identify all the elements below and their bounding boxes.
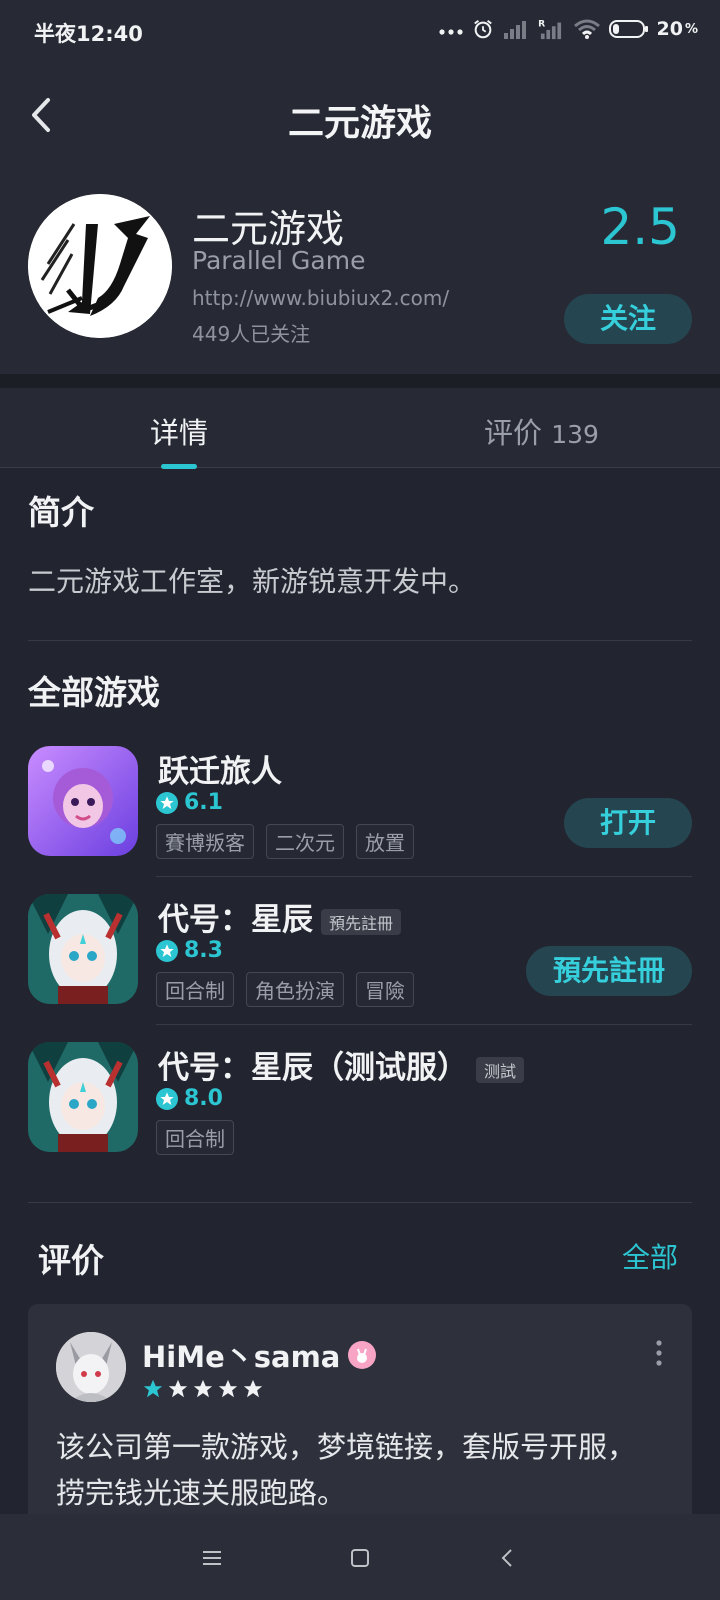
tag[interactable]: 賽博叛客: [156, 824, 254, 859]
developer-name: 二元游戏: [192, 207, 345, 251]
developer-logo: [28, 194, 172, 338]
svg-text:R: R: [538, 18, 545, 29]
battery-level: 20: [656, 18, 683, 40]
divider: [156, 876, 692, 877]
review-card[interactable]: HiMe丶sama 该公司第一款游戏，梦境链接，套版号开服，捞完钱光速关服跑路。: [28, 1304, 692, 1544]
game-name: 代号：星辰（测试服） 测試: [158, 1042, 525, 1087]
tag[interactable]: 冒險: [356, 972, 414, 1007]
divider: [28, 1202, 692, 1203]
more-dots-icon: [438, 29, 463, 35]
tag[interactable]: 回合制: [156, 972, 234, 1007]
game-tags: 回合制 角色扮演 冒險: [156, 972, 414, 1007]
game-name-text: 代号：星辰（测试服）: [158, 1050, 468, 1086]
preregister-button[interactable]: 預先註冊: [526, 946, 692, 996]
rating-value: 6.1: [184, 790, 223, 815]
developer-profile: 二元游戏 Parallel Game http://www.biubiux2.c…: [0, 174, 720, 374]
follow-button[interactable]: 关注: [564, 294, 692, 344]
tab-details[interactable]: 详情: [150, 410, 208, 452]
developer-url[interactable]: http://www.biubiux2.com/: [192, 286, 449, 310]
divider: [156, 1024, 692, 1025]
signal-roaming-icon: R: [538, 18, 561, 40]
wifi-icon: [573, 19, 600, 39]
system-nav-bar: [0, 1514, 720, 1600]
home-icon[interactable]: [346, 1544, 374, 1572]
more-options-icon[interactable]: [654, 1338, 664, 1368]
star-icon: [156, 791, 178, 814]
game-rating: 6.1: [156, 790, 223, 815]
intro-title: 简介: [28, 493, 94, 532]
star-icon: [156, 1087, 178, 1110]
review-text: 该公司第一款游戏，梦境链接，套版号开服，捞完钱光速关服跑路。: [56, 1430, 637, 1510]
game-status-badge: 預先註冊: [321, 908, 402, 935]
menu-icon[interactable]: [198, 1544, 226, 1572]
divider: [28, 640, 692, 641]
star-filled-icon: [143, 1379, 163, 1398]
star-empty-icon: [193, 1379, 213, 1398]
star-empty-icon: [168, 1379, 188, 1398]
tab-reviews[interactable]: 评价 139: [484, 410, 599, 452]
star-icon: [156, 939, 178, 962]
user-badge-icon: [348, 1341, 377, 1369]
game-status-badge: 测試: [476, 1056, 525, 1083]
tab-reviews-count: 139: [551, 420, 599, 449]
game-rating: 8.3: [156, 938, 223, 963]
rating-value: 8.3: [184, 938, 223, 963]
game-item[interactable]: 跃迁旅人 6.1 賽博叛客 二次元 放置 打开: [0, 746, 720, 886]
star-empty-icon: [243, 1379, 263, 1398]
status-time: 半夜12:40: [34, 22, 143, 46]
page-title: 二元游戏: [287, 103, 432, 144]
developer-score: 2.5: [600, 198, 680, 256]
reviews-all-link[interactable]: 全部: [622, 1236, 678, 1276]
star-empty-icon: [218, 1379, 238, 1398]
tag[interactable]: 放置: [356, 824, 414, 859]
developer-name-en: Parallel Game: [192, 246, 366, 275]
game-icon: [28, 894, 138, 1004]
tag[interactable]: 回合制: [156, 1120, 234, 1155]
status-bar: 半夜12:40 R 20%: [0, 0, 720, 64]
reviews-title: 评价: [38, 1241, 104, 1280]
battery-unit: %: [684, 21, 698, 37]
open-button[interactable]: 打开: [564, 798, 692, 848]
review-user: HiMe丶sama: [142, 1334, 377, 1376]
intro-text: 二元游戏工作室，新游锐意开发中。: [28, 565, 477, 598]
game-name: 代号：星辰 預先註冊: [158, 894, 402, 939]
avatar[interactable]: [56, 1332, 126, 1402]
game-icon: [28, 746, 138, 856]
tag[interactable]: 角色扮演: [246, 972, 344, 1007]
developer-followers: 449人已关注: [192, 322, 311, 346]
section-divider: [0, 374, 720, 388]
tag[interactable]: 二次元: [266, 824, 344, 859]
tab-bar: 详情 评价 139: [0, 388, 720, 469]
game-name: 跃迁旅人: [158, 746, 282, 791]
game-name-text: 代号：星辰: [158, 902, 313, 938]
game-item[interactable]: 代号：星辰（测试服） 测試 8.0 回合制: [0, 1042, 720, 1182]
review-username: HiMe丶sama: [142, 1340, 341, 1374]
game-item[interactable]: 代号：星辰 預先註冊 8.3 回合制 角色扮演 冒險 預先註冊: [0, 894, 720, 1034]
game-tags: 賽博叛客 二次元 放置: [156, 824, 414, 859]
status-icons: R 20%: [438, 18, 698, 40]
battery-icon: [608, 20, 648, 38]
back-icon[interactable]: [494, 1544, 522, 1572]
rating-value: 8.0: [184, 1086, 223, 1111]
tab-indicator: [161, 464, 197, 469]
alarm-icon: [473, 19, 492, 39]
game-tags: 回合制: [156, 1120, 234, 1155]
signal-icon: [503, 21, 526, 39]
top-nav: 二元游戏: [0, 64, 720, 174]
review-stars: [142, 1378, 264, 1400]
game-rating: 8.0: [156, 1086, 223, 1111]
tab-reviews-label: 评价: [484, 416, 543, 450]
games-title: 全部游戏: [28, 673, 160, 712]
game-icon: [28, 1042, 138, 1152]
game-name-text: 跃迁旅人: [158, 754, 282, 790]
